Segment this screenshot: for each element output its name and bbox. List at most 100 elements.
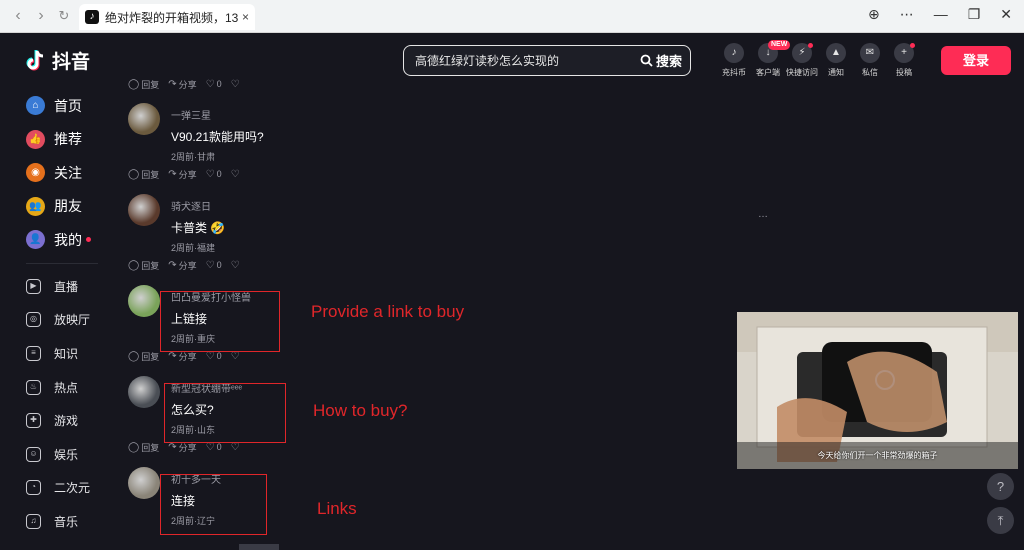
search-icon (640, 54, 653, 67)
search-button[interactable]: 搜索 (640, 51, 690, 70)
sidebar-icon: ◎ (26, 312, 41, 328)
reply-button[interactable]: ◯ 回复 (128, 350, 159, 363)
annotation-text: Links (317, 499, 357, 518)
sidebar-item-4[interactable]: 👤 我的 (0, 223, 110, 257)
back-icon[interactable]: ‹ (8, 6, 28, 26)
back-to-top-icon[interactable]: ⤒ (987, 507, 1014, 534)
minimize-icon[interactable]: — (934, 6, 948, 23)
reply-button[interactable]: ◯ 回复 (128, 78, 159, 91)
dislike-button[interactable]: ♡ (231, 169, 242, 180)
help-icon[interactable]: ? (987, 473, 1014, 500)
top-icon-coin[interactable]: ♪ 充抖币 (717, 43, 751, 78)
sidebar-icon: ♫ (26, 513, 41, 529)
share-label: 分享 (178, 260, 197, 271)
comment-body: 骑犬逐日 卡普类 🤣 2周前·福建 (171, 194, 225, 254)
dislike-button[interactable]: ♡ (231, 260, 242, 271)
sidebar-item-1[interactable]: 👍 推荐 (0, 123, 110, 157)
share-button[interactable]: ↷ 分享 (168, 78, 196, 91)
top-icon-bell[interactable]: ▲ 通知 (819, 43, 853, 78)
douyin-logo-icon (26, 49, 44, 70)
sidebar-item-secondary-3[interactable]: ♨ 热点 (0, 370, 110, 404)
horizontal-scrollbar[interactable] (239, 544, 279, 550)
like-button[interactable]: ♡ 0 (206, 442, 222, 453)
like-button[interactable]: ♡ 0 (206, 351, 222, 362)
sidebar-item-label: 娱乐 (54, 447, 79, 462)
globe-icon[interactable]: ⊕ (868, 6, 880, 23)
comment-author[interactable]: 骑犬逐日 (171, 198, 225, 213)
top-icon-message[interactable]: ✉ 私信 (853, 43, 887, 78)
douyin-app: 抖音 高德红绿灯读秒怎么实现的 搜索 ♪ 充抖币 ↓ NEW 客户端 ⚡ 快捷访问 ▲ 通知 ✉ 私… (0, 33, 1024, 550)
top-icon-download[interactable]: ↓ NEW 客户端 (751, 40, 791, 78)
reply-icon: ◯ (128, 259, 140, 271)
reload-icon[interactable]: ↻ (54, 6, 74, 26)
share-button[interactable]: ↷ 分享 (168, 168, 196, 181)
more-dots-icon[interactable]: … (758, 209, 768, 220)
like-button[interactable]: ♡ 0 (206, 79, 222, 90)
top-icon-label: 快捷访问 (786, 68, 818, 77)
sidebar-item-secondary-4[interactable]: ✚ 游戏 (0, 404, 110, 438)
window-controls: ⊕ ⋯ — ❐ ✕ (868, 6, 1012, 23)
reply-icon: ◯ (128, 168, 140, 180)
notification-dot (910, 43, 915, 48)
reply-button[interactable]: ◯ 回复 (128, 441, 159, 454)
tab-close-icon[interactable]: × (242, 10, 249, 24)
sidebar-item-secondary-7[interactable]: ♫ 音乐 (0, 505, 110, 539)
comment-body: 一弹三星 V90.21款能用吗? 2周前·甘肃 (171, 103, 264, 163)
browser-tab[interactable]: ♪ 绝对炸裂的开箱视频，13分钟 × (79, 4, 255, 30)
coin-icon: ♪ (724, 43, 744, 63)
sidebar-item-secondary-0[interactable]: ▶ 直播 (0, 270, 110, 304)
sidebar-item-secondary-5[interactable]: ☺ 娱乐 (0, 437, 110, 471)
dislike-button[interactable]: ♡ (231, 351, 242, 362)
sidebar-item-label: 热点 (54, 380, 79, 395)
share-icon: ↷ (168, 78, 177, 90)
dislike-icon: ♡ (230, 168, 240, 180)
sidebar-item-label: 知识 (54, 346, 79, 361)
reply-button[interactable]: ◯ 回复 (128, 259, 159, 272)
share-icon: ↷ (168, 168, 177, 180)
sidebar-item-label: 放映厅 (54, 313, 91, 328)
sidebar-divider (26, 262, 98, 264)
logo-text: 抖音 (52, 52, 91, 73)
close-window-icon[interactable]: ✕ (1000, 6, 1012, 23)
top-icon-lightning[interactable]: ⚡ 快捷访问 (785, 43, 819, 78)
more-icon[interactable]: ⋯ (900, 6, 914, 23)
sidebar-item-0[interactable]: ⌂ 首页 (0, 89, 110, 123)
restore-icon[interactable]: ❐ (968, 6, 981, 23)
comment-author[interactable]: 一弹三星 (171, 107, 264, 122)
video-frame (737, 312, 1018, 469)
comment-meta: 2周前·福建 (171, 243, 216, 253)
highlight-box (160, 474, 267, 535)
avatar[interactable] (128, 194, 160, 226)
forward-icon[interactable]: › (31, 6, 51, 26)
sidebar-icon: ▶ (26, 278, 41, 294)
avatar[interactable] (128, 103, 160, 135)
avatar[interactable] (128, 467, 160, 499)
reply-button[interactable]: ◯ 回复 (128, 168, 159, 181)
avatar[interactable] (128, 376, 160, 408)
sidebar-item-secondary-6[interactable]: ◔ 二次元 (0, 471, 110, 505)
share-label: 分享 (178, 79, 197, 90)
sidebar-item-secondary-1[interactable]: ◎ 放映厅 (0, 303, 110, 337)
avatar[interactable] (128, 285, 160, 317)
dislike-icon: ♡ (230, 441, 240, 453)
login-button[interactable]: 登录 (941, 46, 1011, 75)
share-button[interactable]: ↷ 分享 (168, 259, 196, 272)
like-button[interactable]: ♡ 0 (206, 260, 222, 271)
sidebar-item-3[interactable]: 👥 朋友 (0, 190, 110, 224)
dislike-button[interactable]: ♡ (231, 79, 242, 90)
like-button[interactable]: ♡ 0 (206, 169, 222, 180)
search-input[interactable]: 高德红绿灯读秒怎么实现的 (404, 52, 640, 69)
top-icon-label: 客户端 (756, 68, 780, 77)
logo[interactable]: 抖音 (26, 47, 90, 74)
top-toolbar: ♪ 充抖币 ↓ NEW 客户端 ⚡ 快捷访问 ▲ 通知 ✉ 私信 + 投稿 (717, 40, 921, 78)
top-icon-upload[interactable]: + 投稿 (887, 43, 921, 78)
comment-actions: ◯ 回复 ↷ 分享 ♡ 0 ♡ (128, 165, 708, 183)
search-bar[interactable]: 高德红绿灯读秒怎么实现的 搜索 (403, 45, 691, 76)
dislike-button[interactable]: ♡ (231, 442, 242, 453)
comment-meta: 2周前·甘肃 (171, 152, 216, 162)
sidebar-item-2[interactable]: ◉ 关注 (0, 156, 110, 190)
reply-label: 回复 (141, 79, 160, 90)
sidebar-item-secondary-2[interactable]: ≡ 知识 (0, 337, 110, 371)
share-icon: ↷ (168, 441, 177, 453)
mini-video-player[interactable]: 今天给你们开一个非常劲爆的箱子 (737, 312, 1018, 469)
